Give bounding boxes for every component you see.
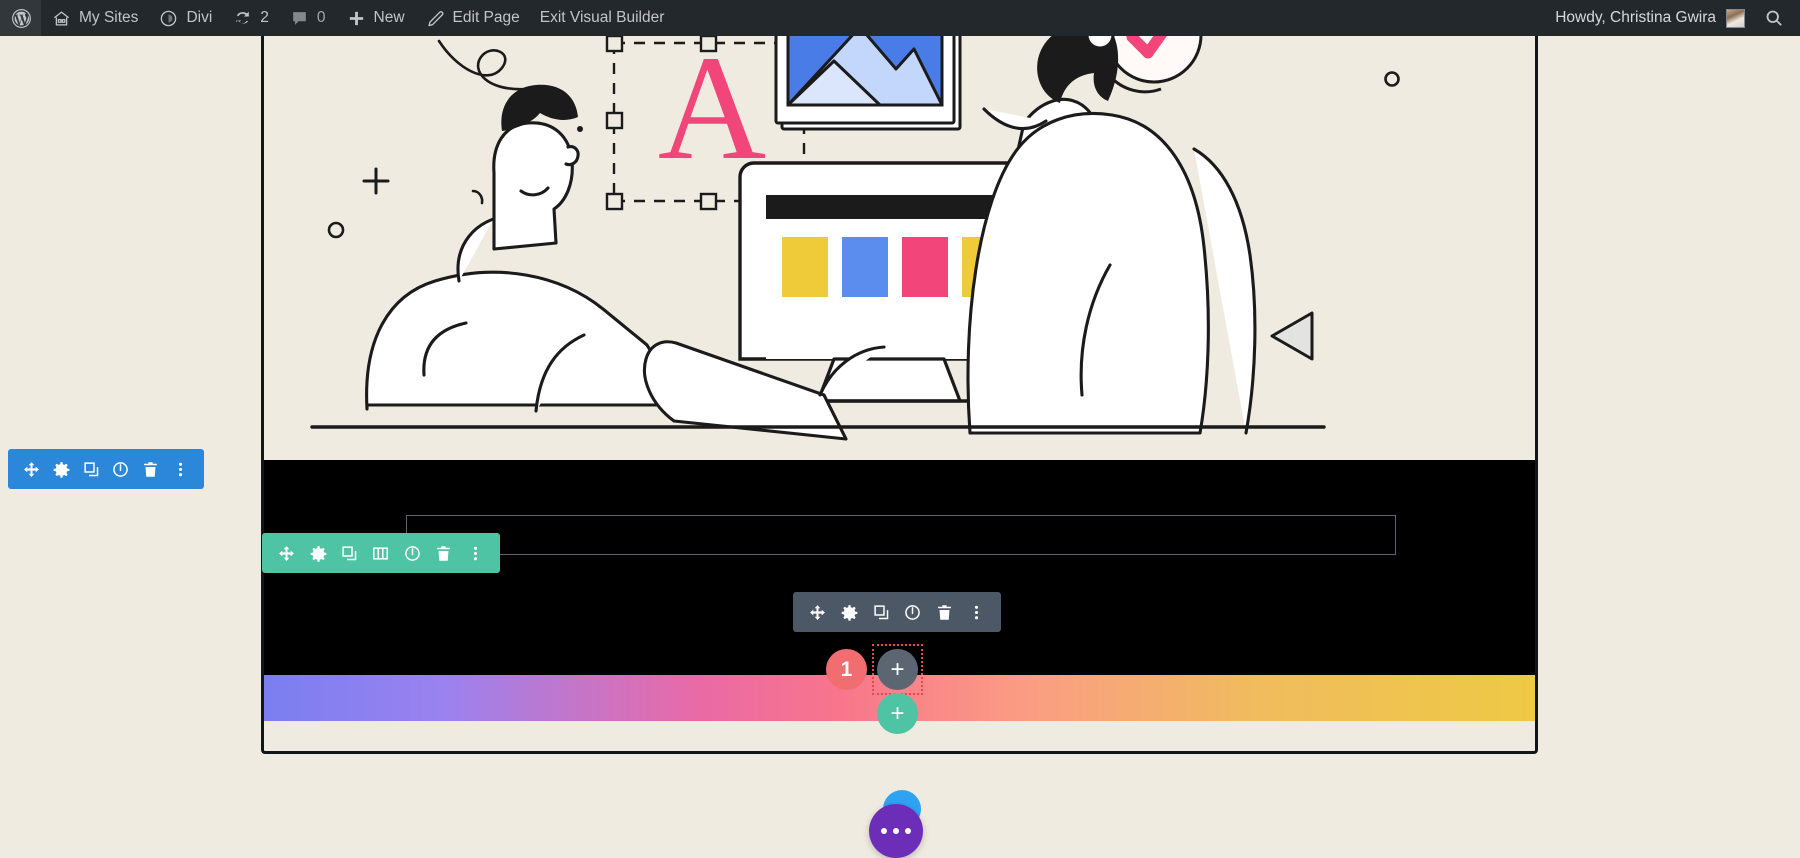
plus-icon [346,8,367,29]
columns-icon[interactable] [365,533,396,573]
adminbar-label-exit-visual-builder: Exit Visual Builder [539,9,665,26]
duplicate-icon[interactable] [76,449,106,489]
adminbar-item-divi[interactable]: Divi [148,0,222,36]
hero-section[interactable]: A [264,3,1535,460]
move-icon[interactable] [802,592,834,632]
duplicate-icon[interactable] [865,592,897,632]
adminbar-label-divi: Divi [186,9,213,26]
wordpress-logo-icon [11,8,32,29]
divi-builder-fab[interactable] [869,790,927,858]
adminbar-item-updates[interactable]: 2 [222,0,279,36]
gear-icon[interactable] [47,449,77,489]
pencil-icon [425,8,446,29]
count-badge-label: 1 [840,657,853,681]
move-icon[interactable] [271,533,302,573]
adminbar-item-my-sites[interactable]: My Sites [41,0,148,36]
home-icon [51,8,72,29]
trash-icon[interactable] [428,533,459,573]
comments-icon [289,8,310,29]
wp-admin-bar: My Sites Divi 2 0 New Edit Page Exit Vis… [0,0,1800,36]
adminbar-item-exit-visual-builder[interactable]: Exit Visual Builder [530,0,675,36]
adminbar-label-comments-count: 0 [316,9,326,26]
disable-icon[interactable] [897,592,929,632]
gear-icon[interactable] [834,592,866,632]
more-options-icon[interactable] [460,533,491,573]
add-module-button[interactable]: + [877,649,918,690]
adminbar-label-my-sites: My Sites [79,9,139,26]
howdy-label: Howdy, Christina Gwira [1555,9,1716,26]
web-design-team-illustration: A [264,3,1535,460]
text-module-placeholder[interactable] [406,515,1396,555]
page-outline-frame: A [261,0,1538,754]
avatar [1726,8,1745,28]
row-settings-toolbar[interactable] [262,533,500,573]
adminbar-label-updates-count: 2 [260,9,269,26]
duplicate-icon[interactable] [334,533,365,573]
updates-icon [232,8,253,29]
visual-builder-canvas: A 1 + + [0,0,1800,858]
add-row-plus-icon: + [890,699,905,727]
trash-icon[interactable] [929,592,961,632]
module-settings-toolbar[interactable] [793,592,1001,632]
more-options-icon[interactable] [960,592,992,632]
wp-logo-menu[interactable] [0,0,41,36]
divi-icon [158,8,179,29]
adminbar-right-group: Howdy, Christina Gwira [1545,0,1800,36]
more-options-icon[interactable] [165,449,195,489]
adminbar-search-button[interactable] [1755,0,1800,36]
adminbar-label-new: New [373,9,405,26]
adminbar-item-howdy[interactable]: Howdy, Christina Gwira [1545,0,1755,36]
adminbar-item-comments[interactable]: 0 [279,0,336,36]
add-module-plus-icon: + [890,655,905,683]
disable-icon[interactable] [397,533,428,573]
disable-icon[interactable] [106,449,136,489]
adminbar-item-edit-page[interactable]: Edit Page [415,0,530,36]
move-icon[interactable] [17,449,47,489]
add-row-button[interactable]: + [877,693,918,734]
fab-dot [881,828,887,834]
adminbar-item-new[interactable]: New [336,0,415,36]
trash-icon[interactable] [136,449,166,489]
fab-dot [905,828,911,834]
search-icon [1763,8,1784,29]
module-count-badge: 1 [826,649,867,690]
section-settings-toolbar[interactable] [8,449,204,489]
fab-dot [893,828,899,834]
adminbar-label-edit-page: Edit Page [452,9,520,26]
gear-icon[interactable] [302,533,333,573]
